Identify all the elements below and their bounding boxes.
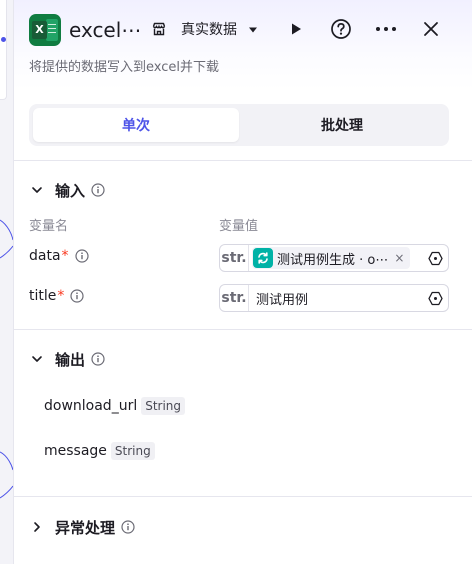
output-type-badge: String (110, 442, 155, 460)
more-button[interactable] (374, 17, 398, 41)
variable-name-label: data (29, 248, 61, 264)
exception-section-title: 异常处理 (55, 518, 116, 537)
info-icon[interactable] (70, 289, 84, 303)
variable-name-title: title * (29, 288, 84, 304)
reference-tag[interactable]: 测试用例生成 · o⋯ × (252, 247, 411, 269)
required-mark: * (57, 288, 65, 304)
tab-batch[interactable]: 批处理 (239, 108, 445, 142)
variable-value-title[interactable]: str. 测试用例 (219, 284, 449, 312)
excel-app-icon: X (29, 14, 61, 46)
play-icon (292, 23, 301, 35)
caret-down-icon[interactable] (247, 24, 259, 36)
connection-lines (0, 219, 13, 499)
input-section-header[interactable]: 输入 (29, 178, 105, 202)
column-header-name: 变量名 (29, 219, 69, 234)
info-icon[interactable] (74, 249, 89, 263)
node-settings-panel: X excel⋯ 真实数据 将提供的数据写入到excel并下载 单次 批处理 输… (13, 0, 472, 564)
type-badge: str. (220, 245, 249, 271)
node-title[interactable]: excel⋯ (69, 16, 141, 44)
run-mode-tabs: 单次 批处理 (29, 104, 449, 146)
chevron-down-icon (29, 351, 45, 367)
chevron-right-icon (29, 519, 45, 535)
remove-reference-icon[interactable]: × (394, 251, 404, 265)
output-type-badge: String (141, 397, 186, 415)
workflow-canvas-edge (0, 0, 13, 564)
divider (14, 496, 472, 497)
close-button[interactable] (419, 17, 443, 41)
variable-name-data: data * (29, 248, 89, 264)
variable-picker-icon[interactable] (428, 251, 443, 266)
exception-section-header[interactable]: 异常处理 (29, 515, 135, 539)
node-description: 将提供的数据写入到excel并下载 (29, 60, 219, 75)
help-icon (331, 19, 351, 39)
info-icon[interactable] (121, 520, 135, 534)
output-name: download_url (44, 398, 138, 414)
run-button[interactable] (284, 17, 308, 41)
chevron-down-icon (29, 182, 45, 198)
more-icon (376, 27, 396, 31)
close-icon (424, 22, 438, 36)
output-name: message (44, 443, 107, 459)
panel-header: X excel⋯ 真实数据 将提供的数据写入到excel并下载 (14, 0, 472, 90)
variable-picker-icon[interactable] (428, 291, 443, 306)
reference-text: 测试用例生成 · o⋯ (277, 252, 389, 268)
type-badge: str. (220, 285, 249, 311)
output-section-header[interactable]: 输出 (29, 347, 105, 371)
input-section-title: 输入 (55, 181, 86, 200)
output-section-title: 输出 (55, 350, 86, 369)
info-icon[interactable] (91, 352, 105, 366)
divider (14, 160, 472, 161)
variable-name-label: title (29, 288, 57, 304)
data-mode-label[interactable]: 真实数据 (181, 19, 237, 41)
tab-single[interactable]: 单次 (33, 108, 239, 142)
output-item: download_url String (44, 397, 186, 415)
column-header-value: 变量值 (219, 219, 259, 234)
loop-icon (253, 248, 273, 268)
divider (14, 329, 472, 330)
store-icon[interactable] (151, 21, 167, 37)
variable-value-data[interactable]: str. 测试用例生成 · o⋯ × (219, 244, 449, 272)
info-icon[interactable] (91, 183, 105, 197)
value-input[interactable]: 测试用例 (256, 289, 308, 308)
output-item: message String (44, 442, 155, 460)
required-mark: * (61, 248, 69, 264)
help-button[interactable] (329, 17, 353, 41)
